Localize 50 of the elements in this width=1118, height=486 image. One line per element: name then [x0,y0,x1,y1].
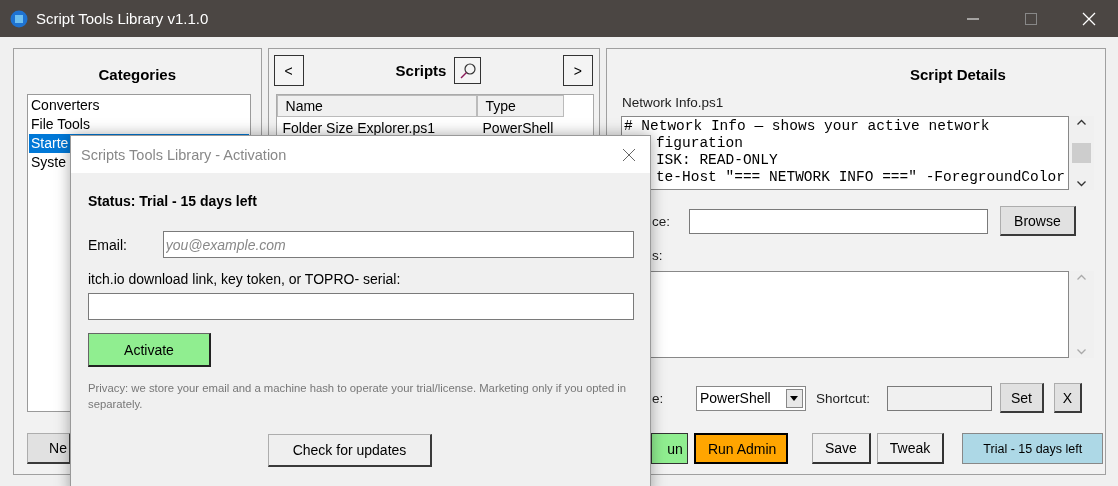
scrollbar-thumb[interactable] [1071,143,1091,163]
run-button[interactable]: un [650,433,688,464]
panel-title: Script Details [909,66,1007,83]
privacy-note: Privacy: we store your email and a machine hash to operate your trial/license. Marketing only if you opted in separately. [88,381,628,412]
field-label: Email: [88,236,128,253]
column-header[interactable]: Type [476,95,564,117]
category-item[interactable]: File Tools [29,115,249,134]
set-button[interactable]: Set [999,383,1044,413]
dialog-title: Scripts Tools Library - Activation [81,146,287,163]
status-text: Status: Trial - 15 days left [88,193,258,209]
clear-button[interactable]: X [1053,383,1082,413]
browse-button[interactable]: Browse [999,206,1076,236]
next-button[interactable]: > [562,55,593,86]
trial-badge: Trial - 15 days left [962,433,1104,464]
scroll-up-icon[interactable] [1076,119,1086,125]
email-field[interactable]: you@example.com [162,231,634,258]
field-label: e: [650,390,665,406]
previous-button[interactable]: < [273,55,304,86]
table-cell-text: PowerShell [481,119,555,138]
table-cell-text: Folder Size Explorer.ps1 [281,119,437,138]
category-item[interactable]: Converters [29,96,249,115]
code-line: figuration [655,135,743,152]
caret-icon [790,395,799,401]
search-icon [458,61,477,80]
code-line: ISK: READ-ONLY [655,152,778,169]
type-dropdown[interactable]: PowerShell [695,385,806,411]
activate-button[interactable]: Activate [88,333,211,367]
field-label: ce: [650,213,671,229]
panel-title: Categories [97,66,178,83]
field-label: Shortcut: [815,390,871,406]
check-updates-button[interactable]: Check for updates [268,434,432,467]
app-icon [10,9,28,28]
run-admin-button[interactable]: Run Admin [693,433,788,464]
action-button[interactable]: Save [811,433,871,464]
code-editor[interactable]: # Network Info — shows your active network figuration ISK: READ-ONLY te-Host "=== NETWORK INFO ===" -ForegroundColor [620,116,1069,190]
scroll-down-icon[interactable] [1076,181,1086,187]
key-field[interactable] [88,293,634,320]
close-icon[interactable] [622,147,636,162]
column-header[interactable]: Name [276,95,477,117]
window-title: Script Tools Library v1.1.0 [36,10,210,27]
field-label: itch.io download link, key token, or TOPRO- serial: [88,271,401,287]
source-field[interactable] [688,208,988,234]
new-button[interactable]: Ne [27,433,71,464]
code-line: # Network Info — shows your active network [623,118,990,135]
panel-title: Scripts [395,62,447,79]
code-line: te-Host "=== NETWORK INFO ===" -ForegroundColor [655,169,1065,186]
search-button[interactable] [454,57,482,84]
file-name: Network Info.ps1 [621,95,724,110]
field-label: s: [650,248,663,263]
action-button[interactable]: Tweak [876,433,945,464]
